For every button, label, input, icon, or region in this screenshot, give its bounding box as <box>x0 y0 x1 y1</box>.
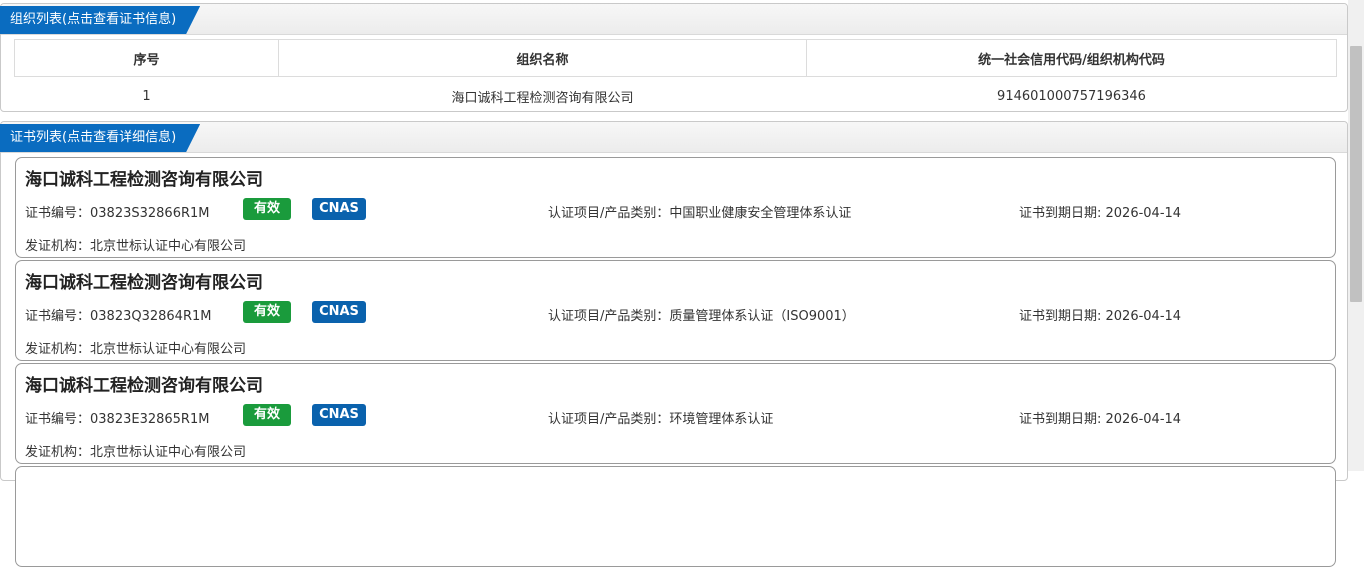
cert-company-name: 海口诚科工程检测咨询有限公司 <box>25 376 263 396</box>
cert-expire-date: 证书到期日期: 2026-04-14 <box>1019 309 1182 324</box>
org-table: 序号 组织名称 统一社会信用代码/组织机构代码 1 海口诚科工程检测咨询有限公司… <box>14 39 1337 115</box>
cert-issuer: 发证机构：北京世标认证中心有限公司 <box>25 445 247 460</box>
row-org-name[interactable]: 海口诚科工程检测咨询有限公司 <box>279 77 807 116</box>
cert-expire-date: 证书到期日期: 2026-04-14 <box>1019 206 1182 221</box>
cert-panel-title: 证书列表(点击查看详细信息) <box>0 124 200 152</box>
cnas-badge: CNAS <box>312 301 366 323</box>
cert-card[interactable] <box>15 466 1336 567</box>
org-list-panel: 组织列表(点击查看证书信息) 序号 组织名称 统一社会信用代码/组织机构代码 1… <box>0 3 1348 112</box>
cert-list-panel: 证书列表(点击查看详细信息) 海口诚科工程检测咨询有限公司 证书编号：03823… <box>0 121 1348 567</box>
column-header-org-name: 组织名称 <box>278 39 807 77</box>
cert-item: 认证项目/产品类别：环境管理体系认证 <box>548 412 774 427</box>
cert-number: 证书编号：03823S32866R1M <box>25 206 210 221</box>
scrollbar-thumb[interactable] <box>1350 46 1362 302</box>
org-panel-title: 组织列表(点击查看证书信息) <box>0 6 200 34</box>
org-panel-header: 组织列表(点击查看证书信息) <box>1 4 1347 35</box>
cert-panel-header: 证书列表(点击查看详细信息) <box>1 122 1347 153</box>
row-credit-code: 914601000757196346 <box>997 88 1146 104</box>
status-badge: 有效 <box>243 198 291 220</box>
cert-expire-date: 证书到期日期: 2026-04-14 <box>1019 412 1182 427</box>
cert-company-name: 海口诚科工程检测咨询有限公司 <box>25 170 263 190</box>
cnas-badge: CNAS <box>312 404 366 426</box>
column-header-credit-code: 统一社会信用代码/组织机构代码 <box>806 39 1337 77</box>
org-table-header: 序号 组织名称 统一社会信用代码/组织机构代码 <box>14 39 1337 77</box>
row-index: 1 <box>142 88 151 104</box>
cert-card[interactable]: 海口诚科工程检测咨询有限公司 证书编号：03823E32865R1M 有效 CN… <box>15 363 1336 464</box>
cert-number: 证书编号：03823Q32864R1M <box>25 309 212 324</box>
status-badge: 有效 <box>243 301 291 323</box>
cert-item: 认证项目/产品类别：中国职业健康安全管理体系认证 <box>548 206 852 221</box>
cert-card[interactable]: 海口诚科工程检测咨询有限公司 证书编号：03823S32866R1M 有效 CN… <box>15 157 1336 258</box>
cert-number: 证书编号：03823E32865R1M <box>25 412 210 427</box>
cert-card[interactable]: 海口诚科工程检测咨询有限公司 证书编号：03823Q32864R1M 有效 CN… <box>15 260 1336 361</box>
cert-issuer: 发证机构：北京世标认证中心有限公司 <box>25 342 247 357</box>
cert-item: 认证项目/产品类别：质量管理体系认证（ISO9001） <box>548 309 855 324</box>
cert-company-name: 海口诚科工程检测咨询有限公司 <box>25 273 263 293</box>
vertical-scrollbar[interactable] <box>1348 0 1364 471</box>
cert-issuer: 发证机构：北京世标认证中心有限公司 <box>25 239 247 254</box>
table-row[interactable]: 1 海口诚科工程检测咨询有限公司 914601000757196346 <box>15 77 1337 116</box>
cnas-badge: CNAS <box>312 198 366 220</box>
column-header-index: 序号 <box>14 39 279 77</box>
status-badge: 有效 <box>243 404 291 426</box>
